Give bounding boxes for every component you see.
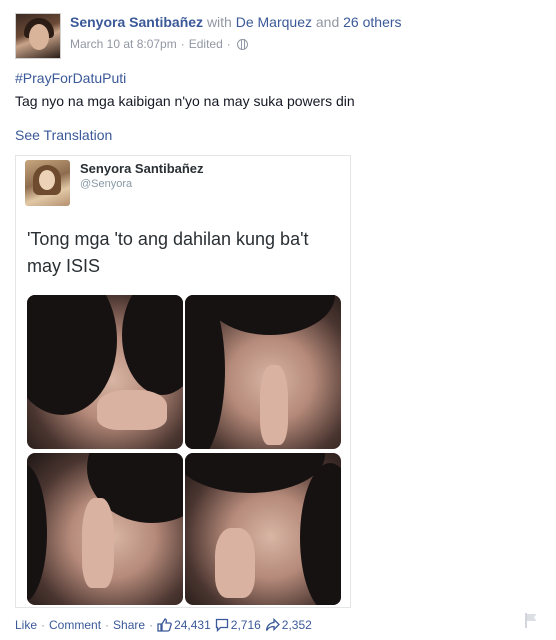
likes-count: 24,431 <box>174 618 211 632</box>
globe-icon[interactable] <box>236 38 248 50</box>
likes-count-link[interactable]: 24,431 <box>157 617 211 633</box>
edited-link[interactable]: Edited <box>189 36 223 52</box>
post-header-line: Senyora Santibañez with De Marquez and 2… <box>70 13 540 31</box>
shares-count-link[interactable]: 2,352 <box>265 617 312 633</box>
comments-count: 2,716 <box>230 618 261 632</box>
comment-bubble-icon <box>215 618 228 632</box>
like-button[interactable]: Like <box>15 617 37 633</box>
author-name-link[interactable]: Senyora Santibañez <box>70 14 203 30</box>
shares-count: 2,352 <box>281 618 312 632</box>
collage-photo <box>185 453 341 605</box>
share-button[interactable]: Share <box>113 617 145 633</box>
facebook-post: Senyora Santibañez with De Marquez and 2… <box>0 0 556 640</box>
with-label: with <box>206 14 232 30</box>
post-text: Tag nyo na mga kaibigan n'yo na may suka… <box>15 93 355 109</box>
tweet-text: 'Tong mga 'to ang dahilan kung ba't may … <box>27 229 309 276</box>
photo-collage <box>27 295 343 605</box>
comments-count-link[interactable]: 2,716 <box>215 617 261 633</box>
tweet-handle: @Senyora <box>80 178 133 190</box>
post-meta: March 10 at 8:07pm · Edited · <box>70 36 540 52</box>
comment-button[interactable]: Comment <box>49 617 101 633</box>
tweet-avatar <box>25 160 70 206</box>
and-label: and <box>315 14 340 30</box>
tagged-others-link[interactable]: 26 others <box>343 14 401 30</box>
tweet-author-name: Senyora Santibañez <box>80 161 204 176</box>
shared-tweet-image[interactable]: Senyora Santibañez @Senyora 'Tong mga 't… <box>15 155 351 608</box>
collage-photo <box>27 453 183 605</box>
thumbs-up-icon <box>157 618 172 632</box>
see-translation-link[interactable]: See Translation <box>15 126 112 144</box>
collage-photo <box>185 295 341 449</box>
hashtag-link[interactable]: #PrayForDatuPuti <box>15 69 126 87</box>
share-arrow-icon <box>265 618 280 632</box>
post-header: Senyora Santibañez with De Marquez and 2… <box>70 13 540 52</box>
flag-icon[interactable] <box>522 611 540 629</box>
post-actions-bar: Like · Comment · Share · 24,431 2,716 2,… <box>15 617 312 633</box>
collage-photo <box>27 295 183 449</box>
post-timestamp-link[interactable]: March 10 at 8:07pm <box>70 36 177 52</box>
author-avatar[interactable] <box>15 13 61 59</box>
tagged-friend-link[interactable]: De Marquez <box>236 14 312 30</box>
